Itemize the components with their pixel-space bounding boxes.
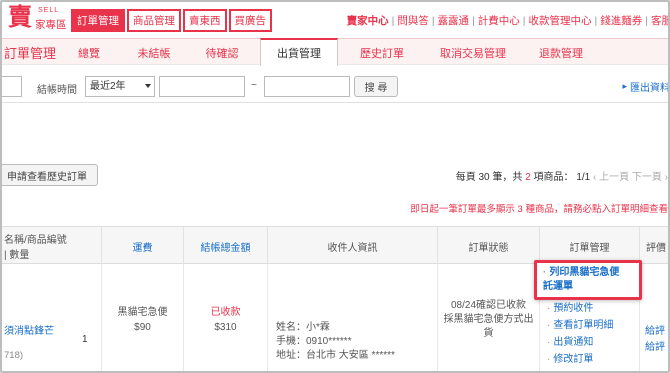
rating-actions: 給評 給評 [645, 324, 665, 356]
recipient-address: 地址：台北市 大安區 ****** [276, 350, 395, 361]
tab-history[interactable]: 歷史訂單 [348, 39, 416, 66]
top-tab-orders[interactable]: 訂單管理 [71, 9, 125, 32]
product-id: 718) [4, 350, 24, 361]
top-tab-sell[interactable]: 賣東西 [183, 9, 227, 32]
col-product: 名稱/商品編號 | 數量 [2, 227, 102, 265]
top-bar: 賣 SELL 家專區 訂單管理 商品管理 賣東西 買廣告 賣家中心 | 問與答 … [2, 2, 670, 38]
status-line-2: 採黑貓宅急便方式出 [443, 313, 534, 325]
link-seller-center[interactable]: 賣家中心 [347, 13, 389, 28]
action-schedule-pickup[interactable]: · 預約收件 [547, 300, 613, 317]
recipient-name: 姓名：小*霖 [276, 322, 330, 333]
link-support[interactable]: 客服 [651, 13, 668, 28]
tab-pending[interactable]: 待確認 [194, 39, 250, 66]
order-total: $310 [214, 321, 237, 333]
status-line-1: 08/24確認已收款 [450, 299, 527, 311]
period-select-value: 最近2年 [90, 81, 126, 92]
export-link[interactable]: ▸ 匯出資料 [622, 79, 670, 94]
app-window: 賣 SELL 家專區 訂單管理 商品管理 賣東西 買廣告 賣家中心 | 問與答 … [0, 0, 670, 373]
tab-refunds[interactable]: 退款管理 [528, 39, 594, 66]
shipping-method: 黑貓宅急便 [117, 306, 168, 318]
rating-link-2[interactable]: 給評 [645, 340, 665, 356]
order-actions: · 預約收件 · 查看訂單明細 · 出貨通知 · 修改訂單 [547, 300, 613, 368]
export-label: 匯出資料 [630, 83, 670, 94]
pager-suffix: 項商品： [533, 172, 574, 183]
rating-link-1[interactable]: 給評 [645, 324, 665, 340]
col-rating: 評價 [646, 242, 666, 254]
cell-total: 已收款 $310 [184, 264, 268, 371]
table-header: 名稱/商品編號 | 數量 運費 結帳總金額 收件人資訊 訂單狀態 訂單管理 評價 [2, 226, 668, 265]
item-count: 2 [525, 172, 531, 183]
top-tabs: 訂單管理 商品管理 賣東西 買廣告 [71, 9, 272, 33]
pagination: 每頁 30 筆，共 2 項商品： 1/1 ‹ 上一頁 下一頁 › [456, 168, 668, 183]
product-quantity: 1 [82, 334, 88, 345]
col-product-line2: | 數量 [4, 250, 30, 261]
print-waybill-line2: 託運單 [543, 281, 573, 292]
print-waybill-line1: · 列印黑貓宅急便 [543, 267, 620, 278]
product-name-link[interactable]: 須消點鋒芒 [4, 322, 54, 337]
link-payment-center[interactable]: 收款管理中心 [529, 13, 592, 28]
logo-glyph: 賣 [8, 2, 32, 31]
link-billing[interactable]: 計費中心 [478, 13, 520, 28]
top-tab-products[interactable]: 商品管理 [127, 9, 181, 32]
action-shipping-notice[interactable]: · 出貨通知 [547, 334, 613, 351]
cell-recipient: 姓名：小*霖 手機：0910****** 地址：台北市 大安區 ****** [268, 264, 438, 371]
col-product-line1: 名稱/商品編號 [4, 235, 67, 246]
top-links: 賣家中心 | 問與答 | 露露通 | 計費中心 | 收款管理中心 | 錢進麵券 … [346, 13, 670, 28]
top-tab-ads[interactable]: 買廣告 [228, 9, 272, 32]
col-total[interactable]: 結帳總金額 [184, 227, 268, 265]
next-page-link[interactable]: 下一頁 › [632, 172, 668, 183]
recipient-info: 姓名：小*霖 手機：0910****** 地址：台北市 大安區 ****** [276, 321, 395, 363]
tab-cancellations[interactable]: 取消交易管理 [428, 39, 518, 66]
tab-overview[interactable]: 總覽 [64, 39, 114, 66]
link-lulutong[interactable]: 露露通 [438, 13, 470, 28]
notice-text: 即日起一筆訂單最多顯示 3 種商品，請務必點入訂單明細查看 [410, 204, 668, 215]
link-coupons[interactable]: 錢進麵券 [600, 13, 642, 28]
export-icon: ▸ [622, 81, 627, 91]
action-edit-order[interactable]: · 修改訂單 [547, 351, 613, 368]
prev-page-link[interactable]: ‹ 上一頁 [593, 172, 629, 183]
divider [2, 102, 668, 103]
date-to-input[interactable] [264, 76, 350, 97]
cell-product: 須消點鋒芒 718) 1 [2, 264, 102, 371]
order-nav: 訂單管理 總覽 未結帳 待確認 出貨管理 歷史訂單 取消交易管理 退款管理 [2, 38, 668, 66]
pager-prefix: 每頁 30 筆，共 [455, 172, 523, 183]
print-waybill-highlight[interactable]: · 列印黑貓宅急便 託運單 [534, 260, 642, 300]
tab-shipping[interactable]: 出貨管理 [260, 38, 338, 66]
logo-seller-text: 家專區 [35, 19, 67, 31]
request-history-button[interactable]: 申請查看歷史訂單 [2, 164, 98, 186]
recipient-phone: 手機：0910****** [276, 336, 352, 347]
col-status: 訂單狀態 [438, 227, 540, 265]
tab-unpaid[interactable]: 未結帳 [126, 39, 182, 66]
link-faq[interactable]: 問與答 [397, 13, 429, 28]
filter-row: 結帳時間 最近2年 ~ 搜 尋 ▸ 匯出資料 [2, 73, 670, 99]
status-line-3: 貨 [483, 327, 494, 339]
payment-status: 已收款 [210, 306, 241, 318]
keyword-input[interactable] [2, 76, 22, 97]
period-select[interactable]: 最近2年 [85, 76, 155, 97]
date-range-separator: ~ [251, 80, 257, 91]
col-shipping[interactable]: 運費 [102, 227, 184, 265]
chevron-down-icon [145, 84, 151, 88]
search-button[interactable]: 搜 尋 [354, 76, 398, 97]
shipping-fee: $90 [134, 321, 151, 333]
action-view-details[interactable]: · 查看訂單明細 [547, 317, 613, 334]
checkout-time-label: 結帳時間 [37, 85, 77, 96]
date-from-input[interactable] [159, 76, 245, 97]
page-indicator: 1/1 [576, 172, 591, 183]
cell-status: 08/24確認已收款 採黑貓宅急便方式出 貨 [438, 264, 540, 371]
col-recipient: 收件人資訊 [268, 227, 438, 265]
logo[interactable]: 賣 SELL 家專區 [8, 2, 72, 31]
cell-shipping: 黑貓宅急便 $90 [102, 264, 184, 371]
logo-sell-text: SELL [38, 7, 60, 14]
